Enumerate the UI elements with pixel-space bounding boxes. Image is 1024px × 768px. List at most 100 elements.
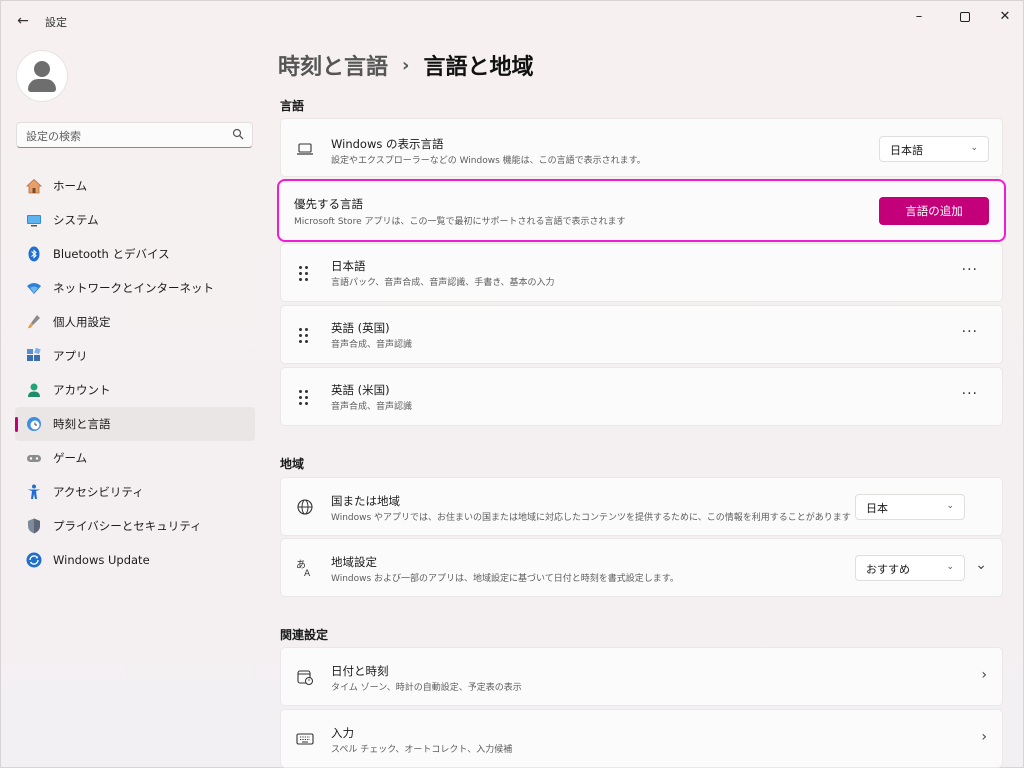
minimize-icon: –	[915, 9, 923, 24]
drag-handle-icon[interactable]	[299, 328, 309, 344]
sidebar-item-apps[interactable]: アプリ	[15, 339, 255, 373]
related-date-time-desc: タイム ゾーン、時計の自動設定、予定表の表示	[331, 683, 522, 693]
breadcrumb: 時刻と言語 › 言語と地域	[278, 49, 533, 81]
more-options-icon[interactable]: ···	[962, 262, 978, 278]
language-item-english-uk[interactable]: 英語 (英国) 音声合成、音声認識 ···	[280, 305, 1003, 364]
display-language-dropdown[interactable]: 日本語 ⌄	[879, 136, 989, 162]
country-region-value: 日本	[866, 502, 888, 515]
chevron-down-icon: ⌄	[946, 562, 954, 572]
section-title-region: 地域	[280, 457, 305, 471]
account-icon	[25, 381, 43, 399]
language-item-desc: 音声合成、音声認識	[331, 402, 413, 412]
sidebar-item-label: 個人用設定	[53, 315, 111, 329]
network-icon	[25, 279, 43, 297]
preferred-language-desc: Microsoft Store アプリは、この一覧で最初にサポートされる言語で表…	[294, 217, 626, 227]
regional-format-dropdown[interactable]: おすすめ ⌄	[855, 555, 965, 581]
chevron-right-icon: ›	[981, 667, 987, 683]
chevron-down-icon: ⌄	[970, 143, 978, 153]
update-icon	[25, 551, 43, 569]
shield-icon	[25, 517, 43, 535]
language-item-title: 日本語	[331, 259, 366, 273]
sidebar-item-label: ゲーム	[53, 451, 88, 465]
sidebar-item-accounts[interactable]: アカウント	[15, 373, 255, 407]
sidebar-item-label: アカウント	[53, 383, 111, 397]
search-placeholder: 設定の検索	[26, 130, 81, 143]
arrow-left-icon: ←	[17, 13, 29, 29]
sidebar-item-label: Windows Update	[53, 553, 150, 567]
related-typing-desc: スペル チェック、オートコレクト、入力候補	[331, 745, 513, 755]
maximize-button[interactable]	[945, 5, 985, 29]
related-typing[interactable]: 入力 スペル チェック、オートコレクト、入力候補 ›	[280, 709, 1003, 768]
section-title-language: 言語	[280, 99, 305, 113]
laptop-icon	[295, 139, 315, 159]
country-region-desc: Windows やアプリでは、お住まいの国または地域に対応したコンテンツを提供す…	[331, 513, 851, 523]
drag-handle-icon[interactable]	[299, 390, 309, 406]
sidebar-item-personalization[interactable]: 個人用設定	[15, 305, 255, 339]
minimize-button[interactable]: –	[899, 5, 939, 29]
more-options-icon[interactable]: ···	[962, 386, 978, 402]
sidebar-item-bluetooth[interactable]: Bluetooth とデバイス	[15, 237, 255, 271]
sidebar-item-time-language[interactable]: 時刻と言語	[15, 407, 255, 441]
sidebar-item-label: 時刻と言語	[53, 417, 111, 431]
expand-chevron-icon[interactable]: ⌄	[975, 557, 987, 573]
breadcrumb-separator: ›	[402, 54, 410, 76]
avatar[interactable]	[17, 51, 67, 101]
regional-format-value: おすすめ	[866, 563, 910, 576]
regional-format-icon: あA	[295, 558, 315, 578]
keyboard-icon	[295, 729, 315, 749]
drag-handle-icon[interactable]	[299, 266, 309, 282]
avatar-body	[28, 79, 56, 92]
sidebar-item-label: アクセシビリティ	[53, 485, 144, 499]
sidebar-item-label: アプリ	[53, 349, 88, 363]
sidebar-item-label: システム	[53, 213, 99, 227]
sidebar-item-label: Bluetooth とデバイス	[53, 247, 170, 261]
sidebar-nav: ホーム システム Bluetooth とデバイス ネットワークとインターネット …	[15, 169, 255, 577]
sidebar-item-network[interactable]: ネットワークとインターネット	[15, 271, 255, 305]
sidebar-item-accessibility[interactable]: アクセシビリティ	[15, 475, 255, 509]
regional-format-desc: Windows および一部のアプリは、地域設定に基づいて日付と時刻を書式設定しま…	[331, 574, 679, 584]
calendar-clock-icon	[295, 667, 315, 687]
back-button[interactable]: ←	[11, 11, 35, 31]
bluetooth-icon	[25, 245, 43, 263]
add-language-button[interactable]: 言語の追加	[879, 197, 989, 225]
country-region-title: 国または地域	[331, 494, 400, 508]
display-language-value: 日本語	[890, 144, 923, 157]
display-language-card: Windows の表示言語 設定やエクスプローラーなどの Windows 機能は…	[280, 118, 1003, 177]
language-item-japanese[interactable]: 日本語 言語パック、音声合成、音声認識、手書き、基本の入力 ···	[280, 243, 1003, 302]
search-input[interactable]: 設定の検索	[16, 122, 253, 148]
regional-format-card[interactable]: あA 地域設定 Windows および一部のアプリは、地域設定に基づいて日付と時…	[280, 538, 1003, 597]
app-title: 設定	[45, 16, 67, 29]
language-item-english-us[interactable]: 英語 (米国) 音声合成、音声認識 ···	[280, 367, 1003, 426]
breadcrumb-parent[interactable]: 時刻と言語	[278, 49, 388, 81]
related-date-time[interactable]: 日付と時刻 タイム ゾーン、時計の自動設定、予定表の表示 ›	[280, 647, 1003, 706]
preferred-language-title: 優先する言語	[294, 197, 363, 211]
related-date-time-title: 日付と時刻	[331, 664, 389, 678]
language-item-title: 英語 (英国)	[331, 321, 390, 335]
selection-indicator	[15, 417, 18, 432]
chevron-down-icon: ⌄	[946, 501, 954, 511]
sidebar-item-windows-update[interactable]: Windows Update	[15, 543, 255, 577]
sidebar-item-label: ホーム	[53, 179, 88, 193]
apps-icon	[25, 347, 43, 365]
time-language-icon	[25, 415, 43, 433]
close-button[interactable]: ✕	[985, 5, 1024, 29]
sidebar-item-privacy[interactable]: プライバシーとセキュリティ	[15, 509, 255, 543]
sidebar-item-gaming[interactable]: ゲーム	[15, 441, 255, 475]
sidebar-item-label: プライバシーとセキュリティ	[53, 519, 202, 533]
svg-text:A: A	[304, 569, 311, 578]
language-item-desc: 言語パック、音声合成、音声認識、手書き、基本の入力	[331, 278, 555, 288]
display-language-desc: 設定やエクスプローラーなどの Windows 機能は、この言語で表示されます。	[331, 156, 646, 166]
maximize-icon	[960, 11, 970, 22]
language-item-title: 英語 (米国)	[331, 383, 390, 397]
brush-icon	[25, 313, 43, 331]
more-options-icon[interactable]: ···	[962, 324, 978, 340]
language-item-desc: 音声合成、音声認識	[331, 340, 413, 350]
game-icon	[25, 449, 43, 467]
country-region-dropdown[interactable]: 日本 ⌄	[855, 494, 965, 520]
sidebar-item-home[interactable]: ホーム	[15, 169, 255, 203]
accessibility-icon	[25, 483, 43, 501]
settings-window: ← 設定 – ✕ 設定の検索 ホーム システム Bluetooth とデバイス …	[0, 0, 1024, 768]
related-typing-title: 入力	[331, 726, 354, 740]
sidebar-item-system[interactable]: システム	[15, 203, 255, 237]
country-region-card: 国または地域 Windows やアプリでは、お住まいの国または地域に対応したコン…	[280, 477, 1003, 536]
